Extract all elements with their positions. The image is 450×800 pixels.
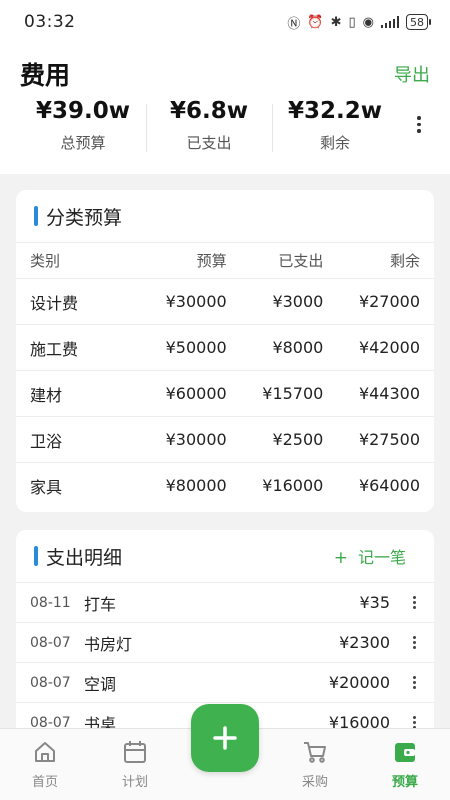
summary-value: ¥6.8w <box>170 98 248 124</box>
column-header: 已支出 <box>278 252 324 270</box>
nav-item-plan[interactable]: 计划 <box>90 729 180 800</box>
wallet-icon <box>395 743 415 762</box>
budget-value: ¥60000 <box>165 384 227 403</box>
summary-label: 剩余 <box>319 134 350 152</box>
column-header: 预算 <box>196 252 227 270</box>
bluetooth-icon: ✱ <box>330 14 342 30</box>
card-header: 支出明细 + 记一笔 <box>16 530 434 582</box>
remaining-value: ¥64000 <box>358 476 421 495</box>
signal-icon <box>381 16 399 28</box>
budget-value: ¥50000 <box>165 338 227 357</box>
expense-amount: ¥2300 <box>339 633 390 652</box>
export-button[interactable]: 导出 <box>394 61 430 87</box>
expense-name: 空调 <box>84 674 117 694</box>
expense-name: 书房灯 <box>84 634 133 654</box>
status-icons: Ⓝ ⏰ ✱ ▯ ◉ 58 <box>287 13 431 32</box>
nav-item-home[interactable]: 首页 <box>0 729 90 800</box>
summary-value: ¥32.2w <box>288 98 382 124</box>
spent-value: ¥2500 <box>272 430 324 449</box>
category-name: 建材 <box>30 385 63 405</box>
budget-value: ¥30000 <box>165 292 227 311</box>
more-options-icon[interactable] <box>408 676 420 689</box>
battery-icon: 58 <box>406 14 431 30</box>
plus-icon: + <box>333 548 348 568</box>
category-budget-card: 分类预算 类别 预算 已支出 剩余 设计费 ¥30000 ¥3000 ¥2700… <box>16 190 434 512</box>
nav-label: 首页 <box>31 775 58 790</box>
more-options-icon[interactable] <box>408 596 420 609</box>
home-icon <box>35 742 55 762</box>
expense-amount: ¥20000 <box>328 673 390 692</box>
status-time: 03:32 <box>24 12 76 32</box>
category-name: 设计费 <box>30 293 79 313</box>
list-item[interactable]: 08-07 书房灯 ¥2300 <box>16 622 434 662</box>
nav-label: 采购 <box>301 775 328 790</box>
table-row[interactable]: 卫浴 ¥30000 ¥2500 ¥27500 <box>16 416 434 462</box>
nfc-icon: Ⓝ <box>287 16 301 32</box>
remaining-value: ¥27000 <box>358 292 421 311</box>
expense-header: 费用 导出 ¥39.0w 总预算 ¥6.8w 已支出 ¥32.2w 剩余 <box>0 44 450 174</box>
summary-value: ¥39.0w <box>36 98 130 124</box>
cart-icon <box>304 742 326 763</box>
plus-icon <box>213 726 237 750</box>
summary-remaining: ¥32.2w 剩余 <box>272 98 398 153</box>
table-row[interactable]: 施工费 ¥50000 ¥8000 ¥42000 <box>16 324 434 370</box>
spent-value: ¥3000 <box>272 292 324 311</box>
card-header: 分类预算 <box>16 190 434 242</box>
list-item[interactable]: 08-11 打车 ¥35 <box>16 582 434 622</box>
wifi-icon: ◉ <box>362 14 374 30</box>
more-options-icon[interactable] <box>416 116 422 133</box>
expense-date: 08-11 <box>30 594 71 611</box>
page-title: 费用 <box>20 61 71 90</box>
nav-label: 预算 <box>391 775 418 790</box>
summary-total-budget: ¥39.0w 总预算 <box>20 98 146 153</box>
summary-label: 总预算 <box>60 134 106 152</box>
title-accent-bar <box>34 206 38 226</box>
table-header: 类别 预算 已支出 剩余 <box>16 242 434 278</box>
budget-summary: ¥39.0w 总预算 ¥6.8w 已支出 ¥32.2w 剩余 <box>0 98 400 153</box>
budget-value: ¥30000 <box>165 430 227 449</box>
column-header: 剩余 <box>390 252 421 270</box>
card-title: 支出明细 <box>46 546 123 569</box>
card-title: 分类预算 <box>46 206 123 229</box>
table-row[interactable]: 家具 ¥80000 ¥16000 ¥64000 <box>16 462 434 508</box>
remaining-value: ¥27500 <box>358 430 421 449</box>
spent-value: ¥15700 <box>262 384 324 403</box>
remaining-value: ¥42000 <box>358 338 421 357</box>
spent-value: ¥16000 <box>262 476 324 495</box>
title-accent-bar <box>34 546 38 566</box>
add-record-button[interactable]: + 记一笔 <box>334 544 406 568</box>
more-options-icon[interactable] <box>408 636 420 649</box>
vibrate-icon: ▯ <box>348 14 356 30</box>
category-name: 施工费 <box>30 339 79 359</box>
expense-date: 08-07 <box>30 634 71 651</box>
expense-name: 打车 <box>84 594 117 614</box>
expense-date: 08-07 <box>30 674 71 691</box>
nav-label: 计划 <box>121 775 148 790</box>
category-name: 卫浴 <box>30 431 63 451</box>
calendar-icon <box>124 741 146 763</box>
alarm-icon: ⏰ <box>307 14 324 30</box>
add-record-label: 记一笔 <box>357 548 406 567</box>
column-header: 类别 <box>30 252 61 270</box>
summary-spent: ¥6.8w 已支出 <box>146 98 272 153</box>
expense-amount: ¥35 <box>359 593 390 612</box>
remaining-value: ¥44300 <box>358 384 421 403</box>
table-row[interactable]: 建材 ¥60000 ¥15700 ¥44300 <box>16 370 434 416</box>
add-button[interactable] <box>191 704 259 772</box>
nav-item-budget[interactable]: 预算 <box>360 729 450 800</box>
list-item[interactable]: 08-07 空调 ¥20000 <box>16 662 434 702</box>
summary-label: 已支出 <box>186 134 232 152</box>
category-name: 家具 <box>30 477 63 497</box>
table-row[interactable]: 设计费 ¥30000 ¥3000 ¥27000 <box>16 278 434 324</box>
status-bar: 03:32 Ⓝ ⏰ ✱ ▯ ◉ 58 <box>0 0 450 44</box>
nav-item-purchase[interactable]: 采购 <box>270 729 360 800</box>
spent-value: ¥8000 <box>272 338 324 357</box>
budget-value: ¥80000 <box>165 476 227 495</box>
